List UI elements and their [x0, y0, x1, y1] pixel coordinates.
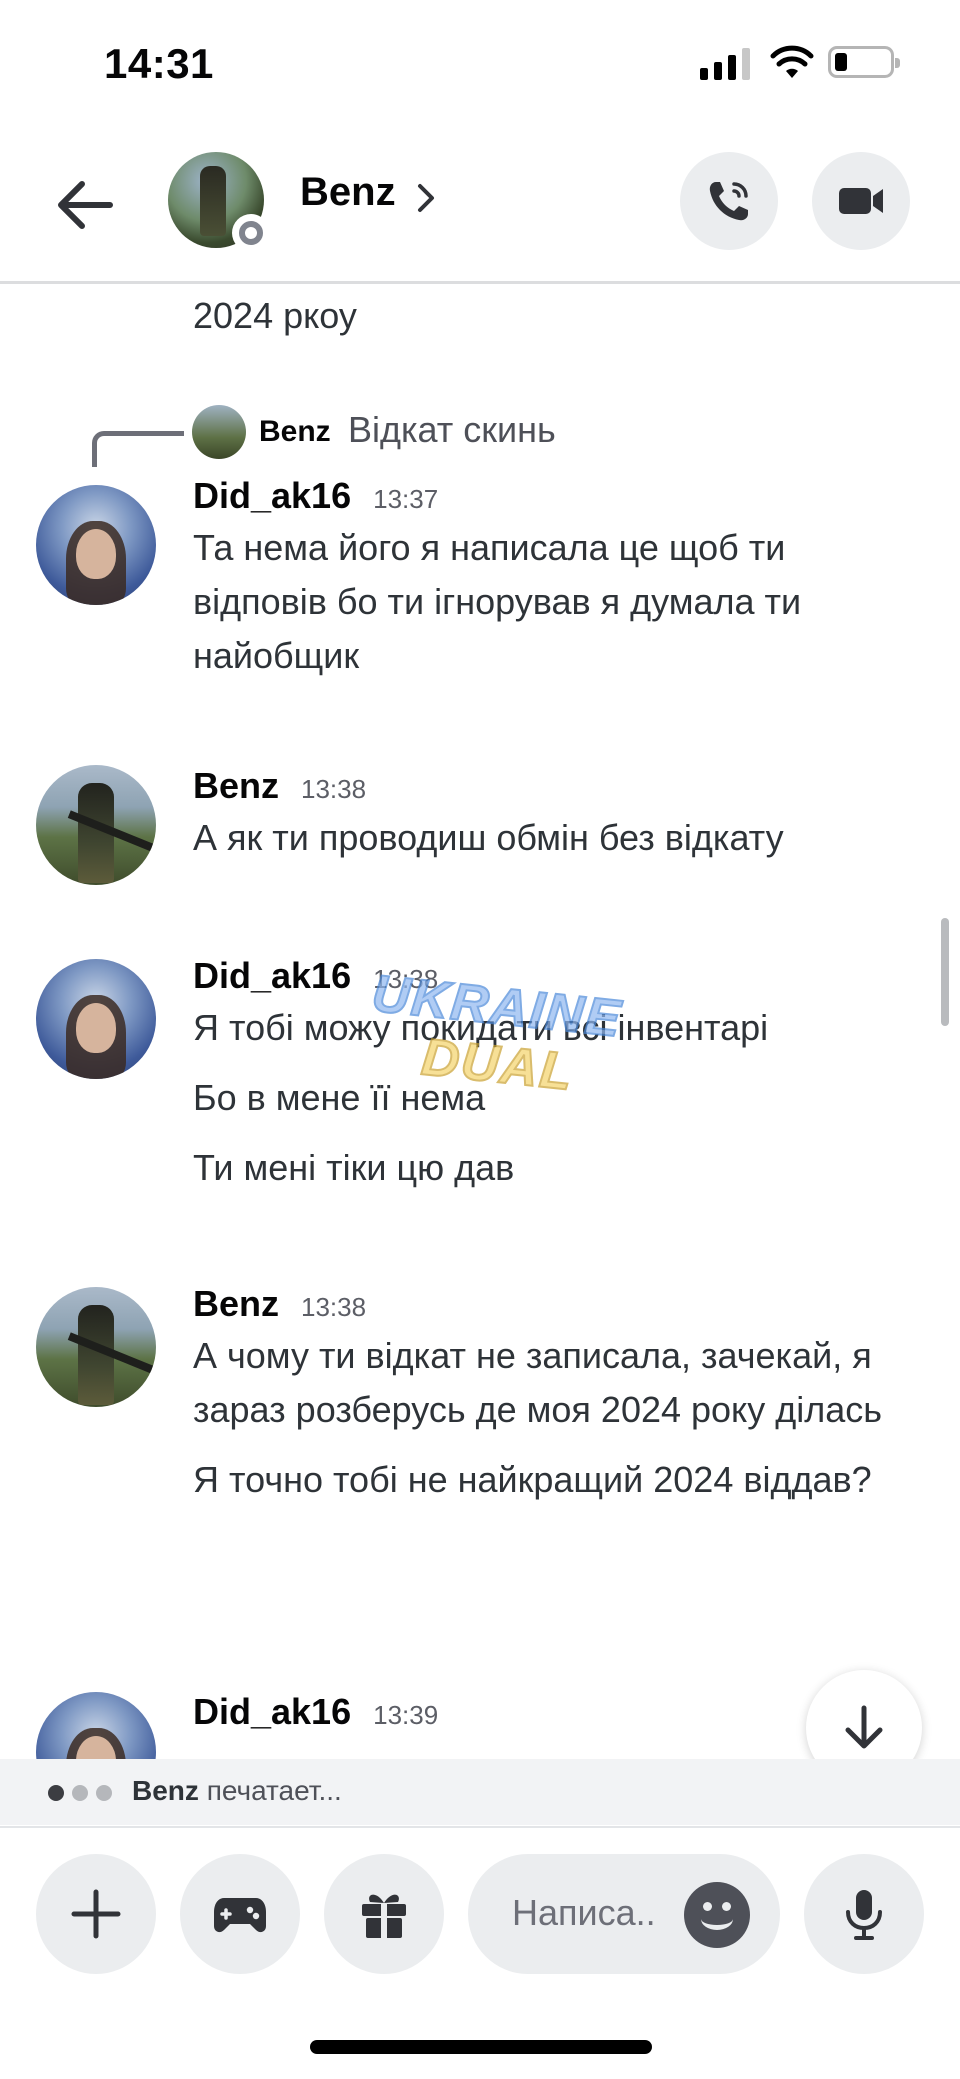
arrow-down-icon	[845, 1705, 883, 1749]
watermark-logo: UKRAINE DUAL	[362, 964, 636, 1121]
message-timestamp: 13:38	[301, 1292, 367, 1322]
phone-icon	[709, 182, 748, 221]
message-author[interactable]: Benz	[193, 1283, 279, 1324]
message-group: Did_ak16 13:37 Та нема його я написала це…	[193, 475, 913, 683]
video-camera-icon	[839, 188, 883, 214]
message-composer: Написа..	[0, 1826, 960, 2006]
scrollbar[interactable]	[941, 918, 949, 1026]
gift-button[interactable]	[324, 1854, 444, 1974]
typing-status: печатает...	[206, 1775, 342, 1806]
typing-indicator: Benz печатает...	[0, 1759, 960, 1825]
message-text[interactable]: Та нема його я написала це щоб ти відпов…	[193, 521, 913, 683]
message-timestamp: 13:39	[373, 1700, 439, 1730]
typing-text: Benz печатает...	[132, 1775, 342, 1807]
header-username[interactable]: Benz	[300, 170, 396, 215]
avatar[interactable]	[36, 485, 156, 605]
reply-connector	[92, 431, 184, 467]
chat-header: Benz	[0, 130, 960, 284]
voice-call-button[interactable]	[680, 152, 778, 250]
emoji-icon[interactable]	[684, 1882, 750, 1948]
back-arrow-icon[interactable]	[50, 170, 120, 240]
avatar[interactable]	[36, 1287, 156, 1407]
message-timestamp: 13:37	[373, 484, 439, 514]
video-call-button[interactable]	[812, 152, 910, 250]
message-author[interactable]: Did_ak16	[193, 955, 351, 996]
home-indicator[interactable]	[310, 2040, 652, 2054]
plus-icon	[71, 1889, 121, 1939]
avatar[interactable]	[36, 959, 156, 1079]
reply-author[interactable]: Benz	[259, 415, 331, 449]
avatar[interactable]	[36, 765, 156, 885]
reply-avatar	[192, 405, 246, 459]
header-avatar[interactable]	[168, 152, 270, 252]
microphone-icon	[846, 1890, 882, 1940]
wifi-icon	[770, 45, 814, 78]
message-text[interactable]: Я точно тобі не найкращий 2024 віддав?	[193, 1453, 913, 1507]
typing-dots-icon	[48, 1785, 112, 1801]
status-bar: 14:31	[0, 0, 960, 130]
reply-text[interactable]: Відкат скинь	[348, 409, 556, 451]
cellular-signal-icon	[700, 48, 750, 80]
message-list[interactable]: 2024 ркоу Benz Відкат скинь Did_ak16 13:3…	[0, 287, 960, 1759]
offline-status-icon	[232, 214, 270, 252]
status-time: 14:31	[104, 40, 214, 87]
chevron-right-icon[interactable]	[414, 178, 440, 218]
message-input[interactable]: Написа..	[468, 1854, 780, 1974]
message-text[interactable]: Ти мені тіки цю дав	[193, 1141, 913, 1195]
add-attachment-button[interactable]	[36, 1854, 156, 1974]
message-group: Benz 13:38 А чому ти відкат не записала, …	[193, 1283, 913, 1507]
message-group: Did_ak16 13:39	[193, 1691, 913, 1733]
message-text[interactable]: А як ти проводиш обмін без відкату	[193, 811, 913, 865]
apps-button[interactable]	[180, 1854, 300, 1974]
message-group: Benz 13:38 А як ти проводиш обмін без від…	[193, 765, 913, 865]
voice-message-button[interactable]	[804, 1854, 924, 1974]
message-text[interactable]: А чому ти відкат не записала, зачекай, я…	[193, 1329, 913, 1437]
gamepad-icon	[214, 1898, 266, 1933]
message-text: 2024 ркоу	[193, 295, 357, 336]
message-author[interactable]: Did_ak16	[193, 475, 351, 516]
message-input-placeholder: Написа..	[512, 1892, 656, 1933]
message-timestamp: 13:38	[301, 774, 367, 804]
gift-icon	[362, 1894, 406, 1938]
avatar[interactable]	[36, 1692, 156, 1759]
message-author[interactable]: Benz	[193, 765, 279, 806]
battery-icon	[828, 46, 900, 78]
message-author[interactable]: Did_ak16	[193, 1691, 351, 1732]
typing-user: Benz	[132, 1775, 199, 1806]
